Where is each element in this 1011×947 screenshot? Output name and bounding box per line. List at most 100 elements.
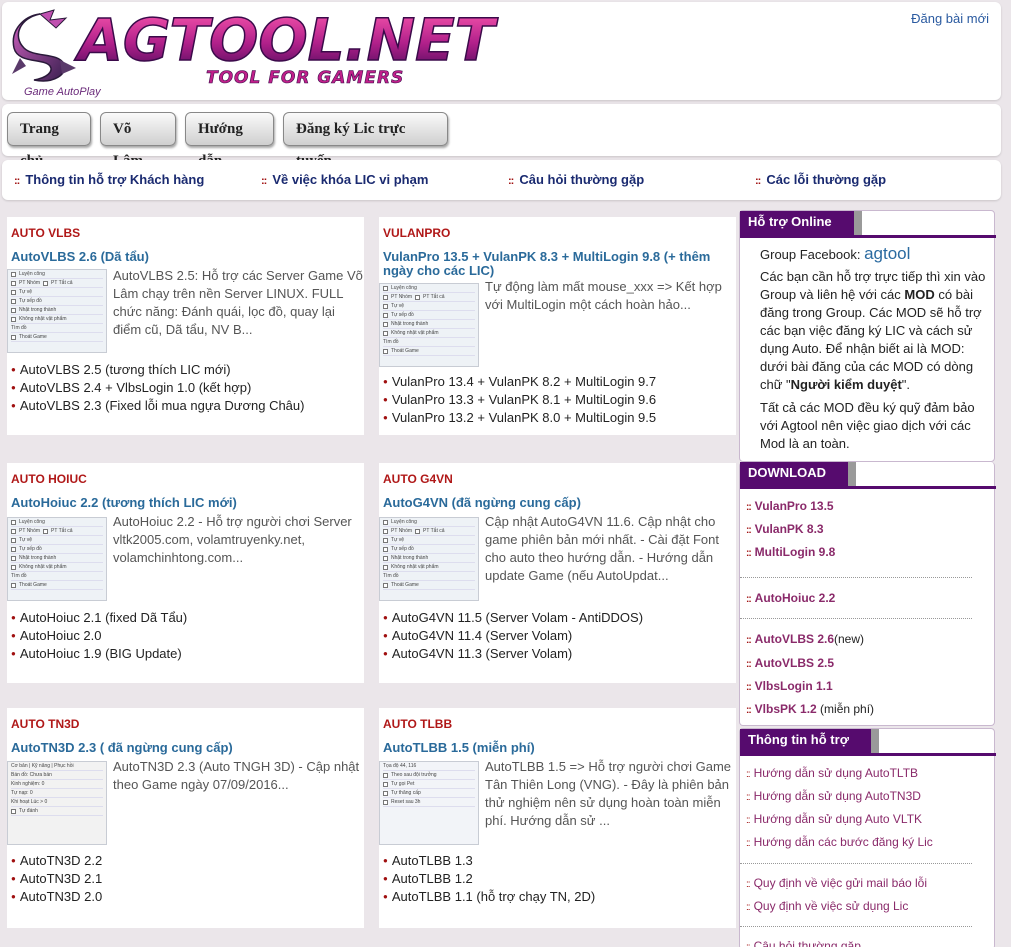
bullet-icon: ::: [746, 815, 750, 826]
card-thumbnail[interactable]: Cơ bản | Kỹ năng | Phục hồi Bán đồ: Chưa …: [7, 761, 107, 845]
bullet-icon: ::: [746, 635, 752, 646]
subnav-item-support[interactable]: :: Thông tin hỗ trợ Khách hàng: [14, 172, 204, 187]
list-item[interactable]: AutoG4VN 11.5 (Server Volam - AntiDDOS): [383, 609, 643, 627]
list-item[interactable]: AutoHoiuc 2.1 (fixed Dã Tẩu): [11, 609, 187, 627]
bullet-icon: ::: [746, 838, 750, 849]
download-label: AutoHoiuc 2.2: [754, 591, 836, 605]
download-box: DOWNLOAD :: VulanPro 13.5 :: VulanPK 8.3 :…: [739, 462, 996, 726]
card-description: AutoTN3D 2.3 (Auto TNGH 3D) - Cập nhật t…: [113, 759, 360, 792]
download-item[interactable]: :: VlbsLogin 1.1: [746, 679, 833, 693]
new-post-link[interactable]: Đăng bài mới: [911, 11, 989, 26]
main-nav: Trang chủ Võ Lâm Hướng dẫn Đăng ký Lic t…: [2, 104, 1001, 169]
card-tag: AUTO TN3D: [7, 708, 364, 732]
dragon-logo-icon: AGTOOL.NET TOOL FOR GAMERS: [12, 8, 500, 88]
card-related-list: AutoHoiuc 2.1 (fixed Dã Tẩu) AutoHoiuc 2…: [11, 609, 187, 663]
info-label: Hướng dẫn các bước đăng ký Lic: [753, 835, 933, 849]
download-item[interactable]: :: AutoVLBS 2.6(new): [746, 632, 864, 646]
list-item[interactable]: AutoG4VN 11.3 (Server Volam): [383, 645, 643, 663]
bullet-icon: ::: [746, 659, 752, 670]
info-link[interactable]: :: Hướng dẫn sử dụng Auto VLTK: [746, 812, 922, 826]
list-item[interactable]: AutoTN3D 2.0: [11, 888, 102, 906]
card-auto-tn3d: AUTO TN3D AutoTN3D 2.3 ( đã ngừng cung c…: [7, 708, 364, 928]
card-title-link[interactable]: AutoTLBB 1.5 (miễn phí): [383, 741, 723, 755]
support-online-tab: Hỗ trợ Online: [740, 211, 862, 237]
card-description: Cập nhật AutoG4VN 11.6. Cập nhật cho gam…: [485, 514, 719, 583]
info-link[interactable]: :: Quy định về việc gửi mail báo lỗi: [746, 876, 927, 890]
nav-home-button[interactable]: Trang chủ: [7, 112, 91, 169]
download-item[interactable]: :: VulanPro 13.5: [746, 499, 834, 513]
download-suffix: (miễn phí): [816, 702, 875, 716]
subnav-item-lic-lock[interactable]: :: Về việc khóa LIC vi phạm: [261, 172, 428, 187]
info-link[interactable]: :: Hướng dẫn các bước đăng ký Lic: [746, 835, 933, 849]
list-item[interactable]: AutoTLBB 1.1 (hỗ trợ chạy TN, 2D): [383, 888, 595, 906]
bullet-icon: ::: [746, 548, 752, 559]
download-item[interactable]: :: AutoVLBS 2.5: [746, 656, 834, 670]
subnav-item-faq[interactable]: :: Câu hỏi thường gặp: [508, 172, 644, 187]
tab-underline: [740, 235, 996, 238]
card-thumbnail[interactable]: Luyện công PT Nhóm PT Tắt cả Tự vệ Tự sếp đ…: [379, 283, 479, 367]
download-item[interactable]: :: MultiLogin 9.8: [746, 545, 835, 559]
card-title-link[interactable]: AutoTN3D 2.3 ( đã ngừng cung cấp): [11, 741, 351, 755]
info-link[interactable]: :: Quy định về việc sử dụng Lic: [746, 899, 908, 913]
card-vulanpro: VULANPRO VulanPro 13.5 + VulanPK 8.3 + M…: [379, 217, 736, 435]
info-label: Quy định về việc sử dụng Lic: [753, 899, 909, 913]
download-item[interactable]: :: AutoHoiuc 2.2: [746, 591, 835, 605]
list-item[interactable]: AutoVLBS 2.4 + VlbsLogin 1.0 (kết hợp): [11, 379, 304, 397]
tab-underline: [740, 486, 996, 489]
list-item[interactable]: AutoHoiuc 2.0: [11, 627, 187, 645]
card-description: AutoTLBB 1.5 => Hỗ trợ người chơi Game T…: [485, 759, 731, 828]
bullet-icon: ::: [746, 525, 752, 536]
list-item[interactable]: AutoG4VN 11.4 (Server Volam): [383, 627, 643, 645]
card-thumbnail[interactable]: Tọa độ 44, 116 Theo sau đội trưởng Tự gọi …: [379, 761, 479, 845]
bullet-icon: ::: [14, 175, 20, 187]
info-label: Quy định về việc gửi mail báo lỗi: [753, 876, 928, 890]
list-item[interactable]: AutoTN3D 2.1: [11, 870, 102, 888]
info-link[interactable]: :: Hướng dẫn sử dụng AutoTN3D: [746, 789, 921, 803]
info-label: Hướng dẫn sử dụng Auto VLTK: [753, 812, 923, 826]
download-item[interactable]: :: VlbsPK 1.2 (miễn phí): [746, 702, 874, 716]
list-item[interactable]: VulanPro 13.4 + VulanPK 8.2 + MultiLogin…: [383, 373, 656, 391]
list-item[interactable]: AutoHoiuc 1.9 (BIG Update): [11, 645, 187, 663]
bullet-icon: ::: [261, 175, 267, 187]
subnav-label: Thông tin hỗ trợ Khách hàng: [25, 172, 205, 187]
card-title-link[interactable]: AutoG4VN (đã ngừng cung cấp): [383, 496, 723, 510]
card-title-link[interactable]: AutoHoiuc 2.2 (tương thích LIC mới): [11, 496, 351, 510]
card-title-link[interactable]: VulanPro 13.5 + VulanPK 8.3 + MultiLogin…: [383, 250, 723, 278]
card-tag: AUTO TLBB: [379, 708, 736, 732]
list-item[interactable]: VulanPro 13.2 + VulanPK 8.0 + MultiLogin…: [383, 409, 656, 427]
download-item[interactable]: :: VulanPK 8.3: [746, 522, 824, 536]
tab-underline: [740, 753, 996, 756]
list-item[interactable]: AutoTLBB 1.2: [383, 870, 595, 888]
download-label: MultiLogin 9.8: [754, 545, 836, 559]
card-related-list: AutoTLBB 1.3 AutoTLBB 1.2 AutoTLBB 1.1 (…: [383, 852, 595, 906]
facebook-group-link[interactable]: agtool: [864, 244, 910, 263]
group-label: Group Facebook:: [760, 247, 861, 262]
site-header: AGTOOL.NET TOOL FOR GAMERS Game AutoPlay…: [2, 2, 1001, 100]
subnav-label: Câu hỏi thường gặp: [519, 172, 645, 187]
divider: [740, 577, 972, 578]
list-item[interactable]: VulanPro 13.3 + VulanPK 8.1 + MultiLogin…: [383, 391, 656, 409]
card-tag: VULANPRO: [379, 217, 736, 241]
info-link[interactable]: ::Câu hỏi thường gặp: [746, 939, 861, 947]
download-label: AutoVLBS 2.5: [754, 656, 835, 670]
site-logo[interactable]: AGTOOL.NET TOOL FOR GAMERS Game AutoPlay: [10, 8, 540, 98]
support-group-line: Group Facebook: agtool: [760, 245, 992, 264]
card-thumbnail[interactable]: Luyện công PT Nhóm PT Tắt cả Tự vệ Tự sếp đ…: [7, 269, 107, 353]
card-tag: AUTO HOIUC: [7, 463, 364, 487]
card-title-link[interactable]: AutoVLBS 2.6 (Dã tẩu): [11, 250, 351, 264]
subnav-item-errors[interactable]: :: Các lỗi thường gặp: [755, 172, 886, 187]
nav-register-lic-button[interactable]: Đăng ký Lic trực tuyến: [283, 112, 448, 169]
nav-guide-button[interactable]: Hướng dẫn: [185, 112, 274, 169]
list-item[interactable]: AutoTN3D 2.2: [11, 852, 102, 870]
bullet-icon: ::: [746, 594, 752, 605]
list-item[interactable]: AutoVLBS 2.5 (tương thích LIC mới): [11, 361, 304, 379]
card-thumbnail[interactable]: Luyện công PT Nhóm PT Tắt cả Tự vệ Tự sếp đ…: [379, 517, 479, 601]
sub-nav: :: Thông tin hỗ trợ Khách hàng :: Về việc …: [2, 160, 1001, 200]
nav-volam-button[interactable]: Võ Lâm: [100, 112, 176, 169]
card-thumbnail[interactable]: Luyện công PT Nhóm PT Tắt cả Tự vệ Tự sếp đ…: [7, 517, 107, 601]
info-link[interactable]: :: Hướng dẫn sử dụng AutoTLTB: [746, 766, 918, 780]
list-item[interactable]: AutoVLBS 2.3 (Fixed lỗi mua ngựa Dương C…: [11, 397, 305, 415]
card-auto-g4vn: AUTO G4VN AutoG4VN (đã ngừng cung cấp) L…: [379, 463, 736, 683]
list-item[interactable]: AutoTLBB 1.3: [383, 852, 595, 870]
download-label: VlbsLogin 1.1: [754, 679, 833, 693]
